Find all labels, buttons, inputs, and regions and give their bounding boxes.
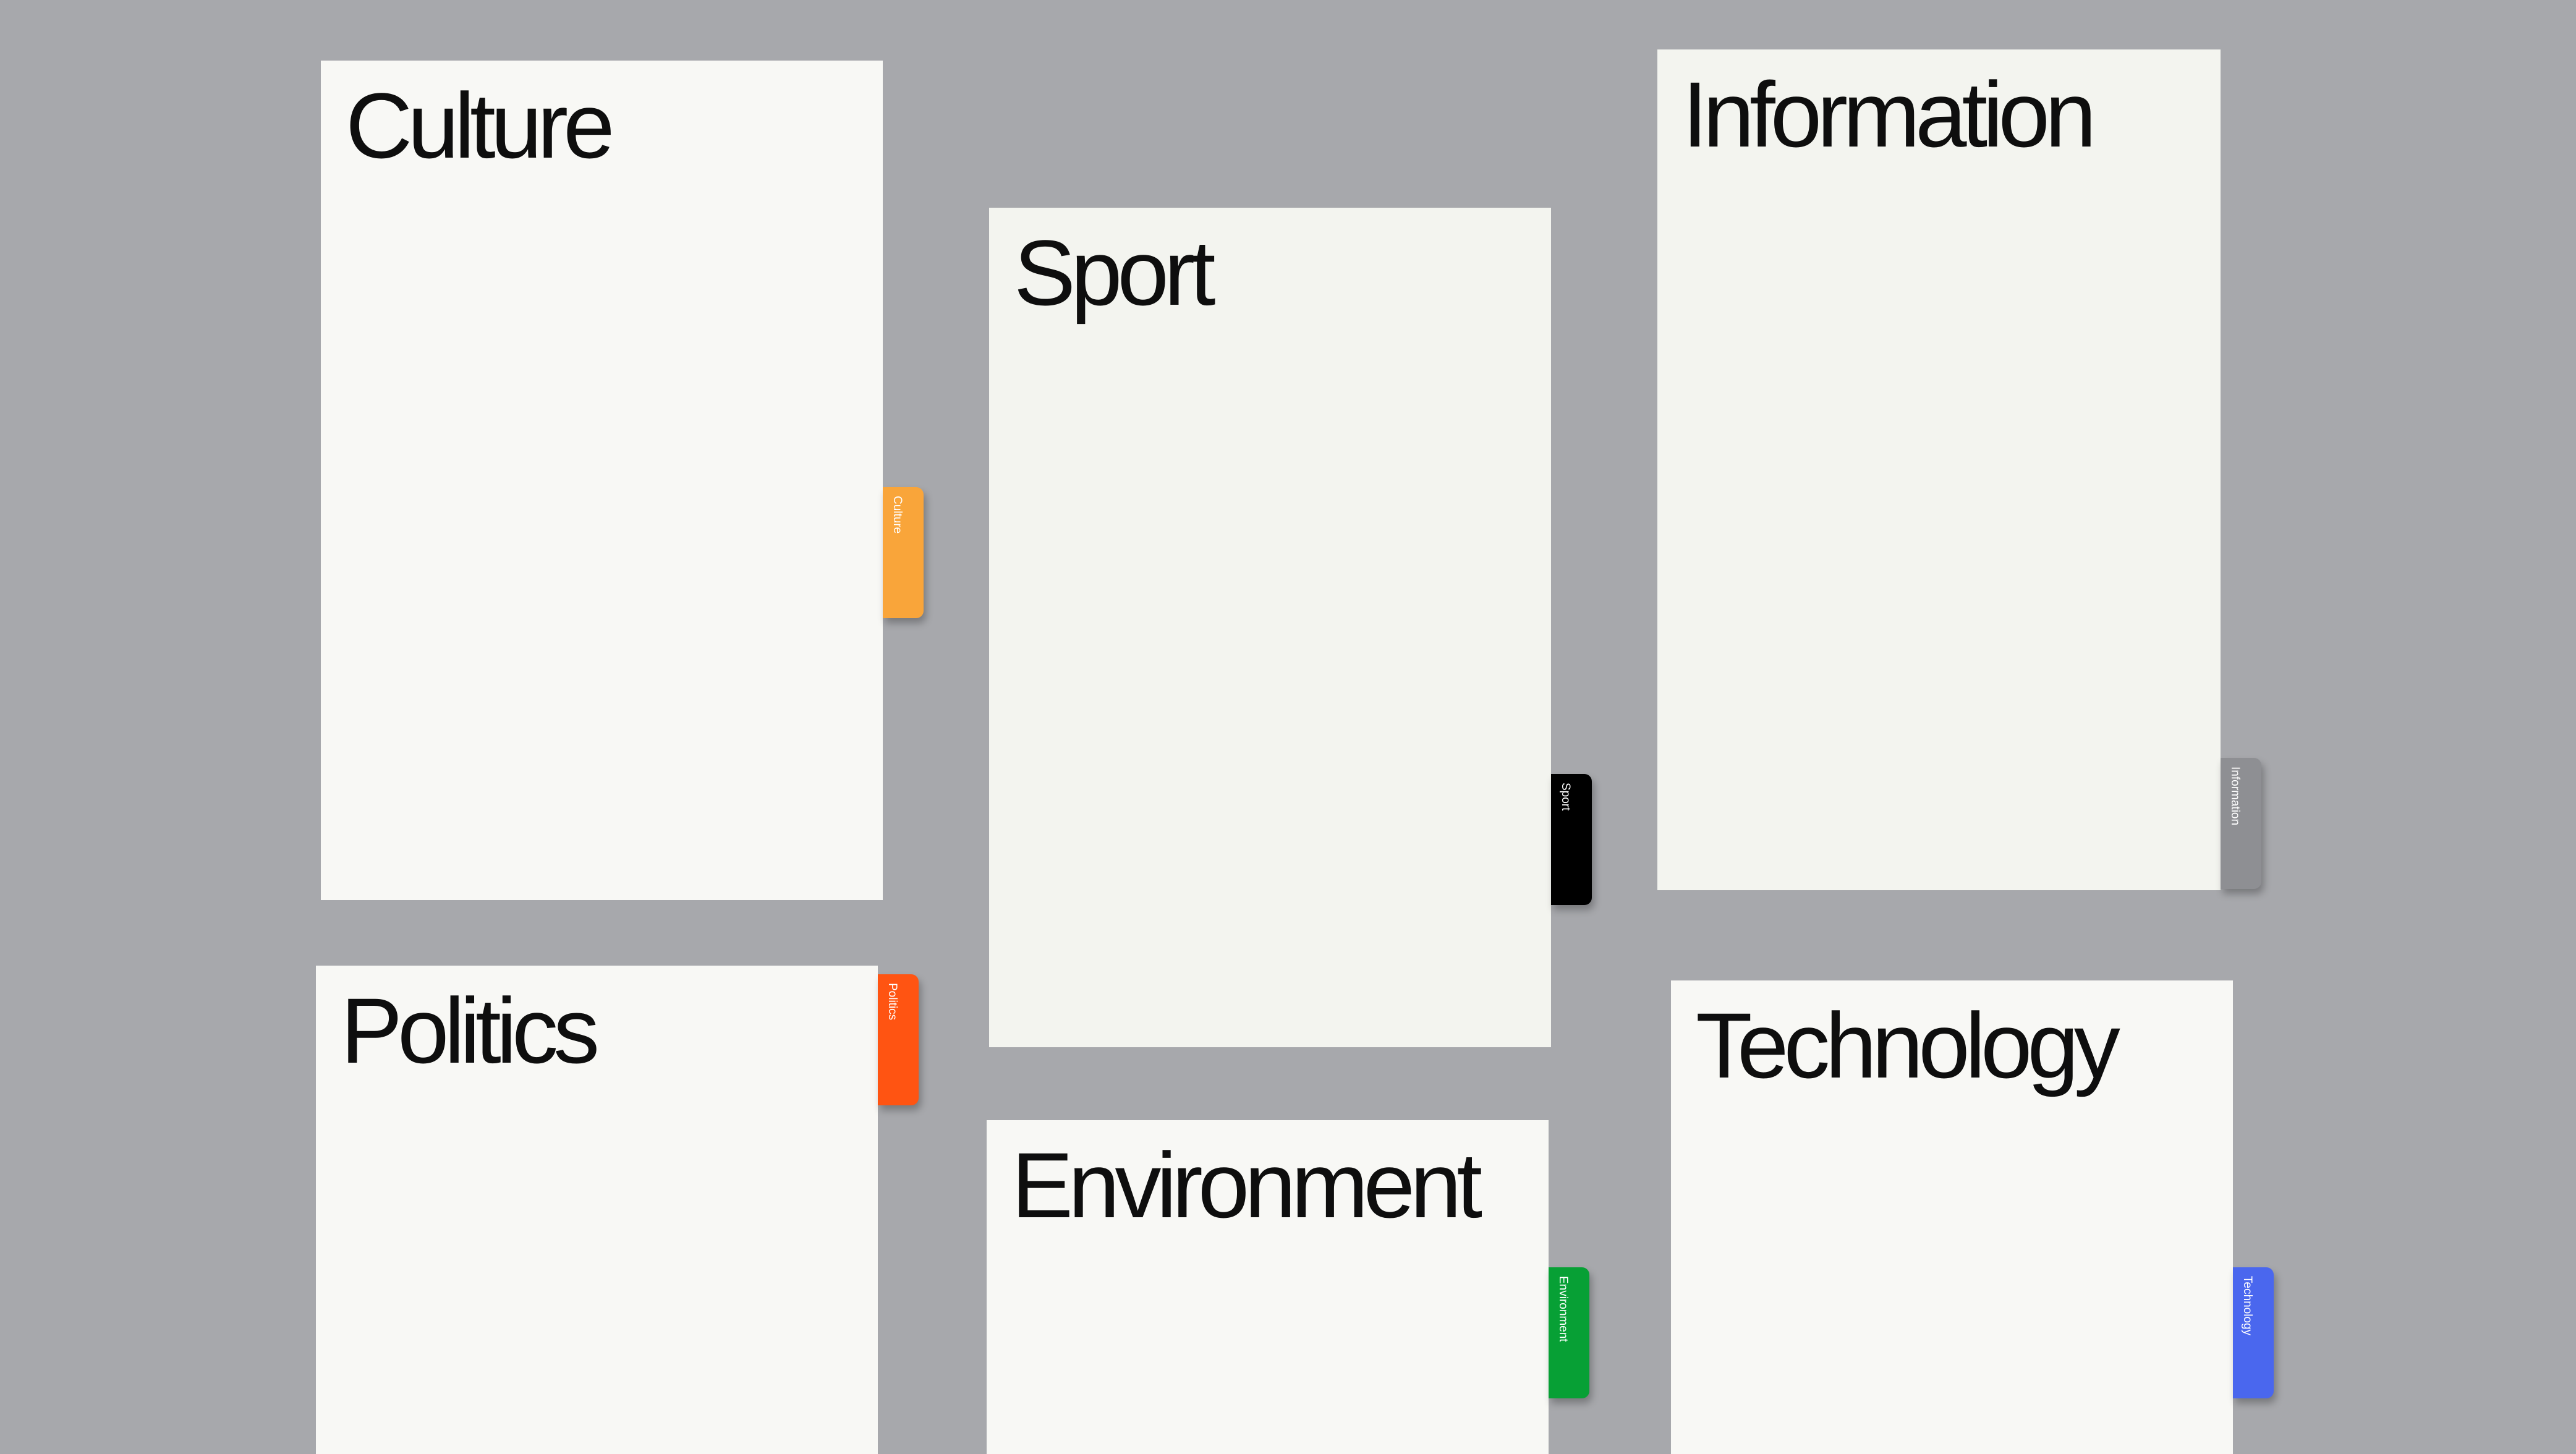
card-title-sport: Sport (1014, 221, 1216, 325)
card-title-environment: Environment (1011, 1133, 1482, 1237)
tab-label-technology: Technology (2241, 1276, 2254, 1336)
card-politics[interactable]: Politics (316, 966, 878, 1454)
card-sport[interactable]: Sport (989, 208, 1551, 1047)
tab-label-culture: Culture (891, 496, 904, 534)
tab-culture[interactable]: Culture (883, 487, 924, 618)
card-information[interactable]: Information (1657, 49, 2221, 890)
card-title-culture: Culture (346, 74, 615, 177)
card-environment[interactable]: Environment (987, 1120, 1549, 1454)
tab-technology[interactable]: Technology (2233, 1267, 2274, 1398)
tab-label-politics: Politics (886, 983, 899, 1021)
tab-environment[interactable]: Environment (1549, 1267, 1589, 1398)
tab-label-information: Information (2229, 767, 2242, 826)
card-title-technology: Technology (1696, 993, 2120, 1097)
tab-label-sport: Sport (1559, 783, 1572, 811)
tab-label-environment: Environment (1557, 1276, 1570, 1342)
tab-information[interactable]: Information (2221, 758, 2261, 889)
card-culture[interactable]: Culture (321, 61, 883, 900)
card-technology[interactable]: Technology (1671, 980, 2233, 1454)
tab-sport[interactable]: Sport (1551, 774, 1592, 905)
card-title-information: Information (1682, 62, 2096, 166)
card-title-politics: Politics (341, 979, 600, 1082)
tab-politics[interactable]: Politics (878, 974, 919, 1105)
